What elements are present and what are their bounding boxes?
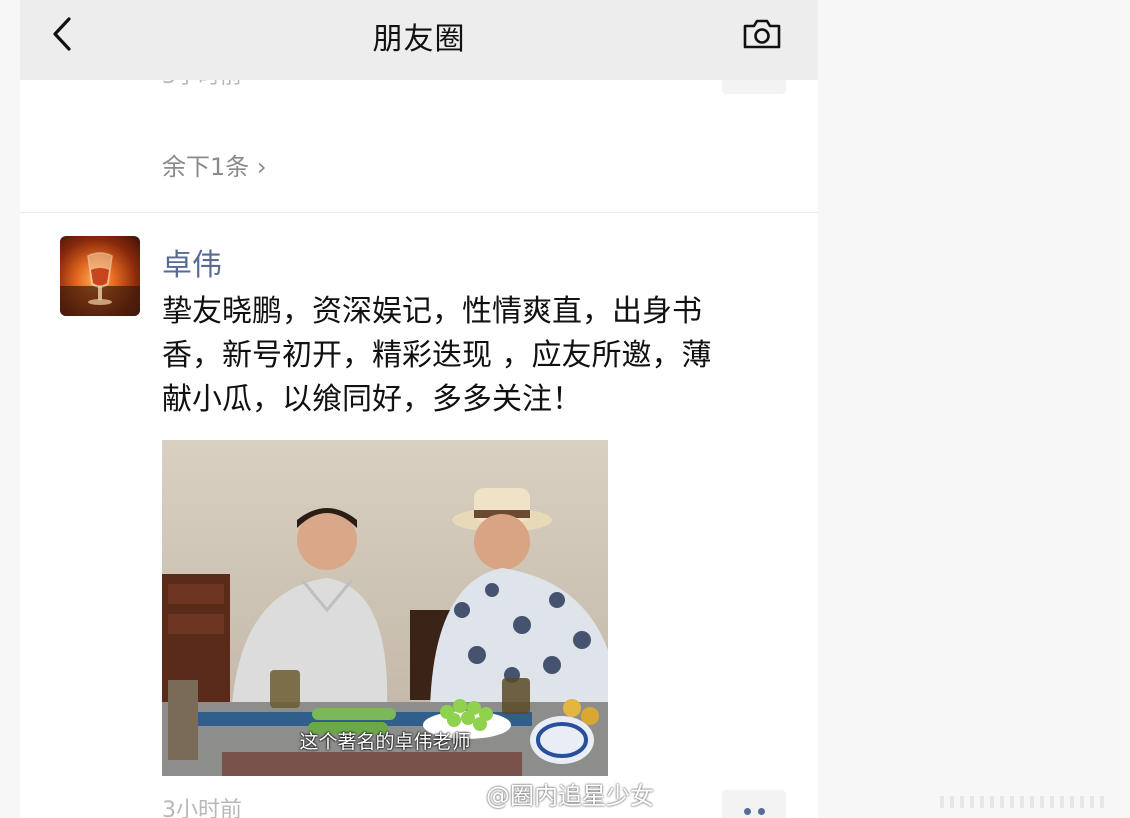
camera-icon	[743, 19, 781, 49]
page-title: 朋友圈	[372, 22, 466, 57]
post-more-button[interactable]	[722, 790, 786, 818]
progress-ticks-icon	[940, 796, 1104, 808]
post-photo[interactable]: 这个著名的卓伟老师	[162, 440, 608, 776]
nav-bar: 朋友圈	[20, 0, 818, 80]
avatar[interactable]	[60, 236, 140, 316]
camera-button[interactable]	[740, 14, 784, 54]
post-time: 3小时前	[162, 798, 242, 818]
post-text-line: 献小瓜，以飨同好，多多关注！	[162, 382, 582, 417]
post-divider	[20, 212, 818, 213]
post-author-name[interactable]: 卓伟	[162, 240, 222, 284]
more-dot-icon	[758, 808, 765, 815]
weibo-logo-icon	[440, 780, 476, 808]
moments-screen: 朋友圈 3小时前 余下1条 › 卓伟 挚友晓鹏，资深娱记，性情爽直，出身书 香，…	[20, 0, 818, 818]
photo-caption: 这个著名的卓伟老师	[299, 731, 471, 753]
post-text-line: 香，新号初开，精彩迭现 ，应友所邀，薄	[162, 338, 712, 373]
remaining-comments-link[interactable]: 余下1条 ›	[162, 147, 267, 182]
watermark: @圈内追星少女	[440, 776, 654, 810]
post-text-line: 挚友晓鹏，资深娱记，性情爽直，出身书	[162, 294, 702, 329]
watermark-text: @圈内追星少女	[486, 781, 654, 810]
post-text: 挚友晓鹏，资深娱记，性情爽直，出身书 香，新号初开，精彩迭现 ，应友所邀，薄 献…	[162, 290, 792, 422]
more-dot-icon	[744, 808, 751, 815]
photo-scene	[162, 440, 608, 776]
avatar-image	[60, 252, 140, 316]
